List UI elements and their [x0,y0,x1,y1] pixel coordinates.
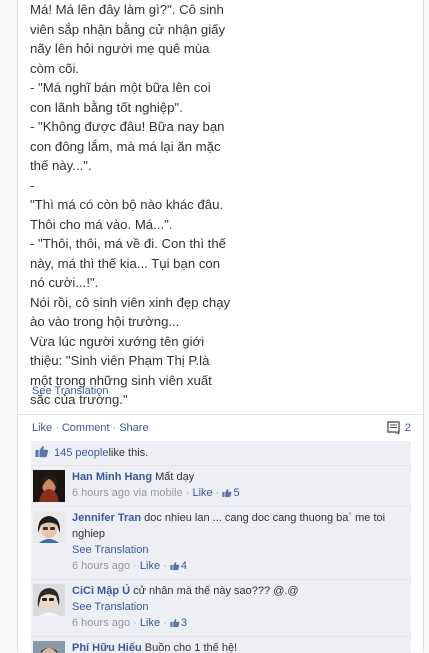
post-line: thế này...". [30,158,92,173]
post-text: Má! Má lên đây làm gì?". Cô sinh viên sắ… [30,0,410,410]
likes-suffix: like this. [108,447,149,459]
like-count: 3 [180,617,187,629]
post-line: "Thì má có còn bộ nào khác đâu. [30,197,224,212]
comment-like-link[interactable]: Like [140,617,160,629]
post-line: - "Má nghĩ bán một bữa lên coi [30,80,211,95]
comment-see-translation-link[interactable]: See Translation [72,599,407,615]
comment-meta: 6 hours ago · Like · 4 [72,558,407,576]
comment-item: Jennifer Tran doc nhieu lan ... cang doc… [31,506,411,579]
post-line: Nói rồi, cô sinh viên xinh đẹp chạy [30,294,231,310]
post-line: - "Thôi, thôi, má về đi. Con thì thế [30,236,226,251]
thumbs-up-icon [35,445,49,461]
avatar[interactable] [33,470,65,502]
avatar[interactable] [33,511,65,543]
like-count: 5 [233,487,240,499]
post-action-bar: Like · Comment · Share [32,422,149,434]
comment-time[interactable]: 6 hours ago via mobile [72,487,183,499]
likers-link[interactable]: 145 people [54,447,108,459]
thumbs-up-icon [222,487,232,503]
comment-author[interactable]: Jennifer Tran [72,512,141,524]
separator-dot: · [112,422,117,434]
comment-meta: 6 hours ago · Like · 3 [72,615,407,633]
comment-author[interactable]: Han Minh Hang [72,471,152,483]
post-line: nãy lên hỏi người mẹ quê mùa [30,41,210,56]
thumbs-up-icon [170,617,180,633]
post-line: Vừa lúc người xướng tên giới [30,333,205,349]
comment-item: Phí Hữu Hiếu Buồn cho 1 thế hệ! [31,636,411,653]
comment-text: Buồn cho 1 thế hệ! [144,642,238,653]
comment-like-count[interactable]: 5 [222,487,240,499]
thumbs-up-icon [170,560,180,576]
post-line: viên sắp nhận bằng cử nhận giấy [30,21,226,37]
comment-author[interactable]: CiCi Mập Ú [72,585,130,597]
comment-like-link[interactable]: Like [140,560,160,572]
comment-body: CiCi Mập Ú cử nhân mà thế này sao??? @.@… [72,583,407,633]
post-line: này, má thì thế kia... Tụi bạn con [30,255,221,271]
like-count: 4 [180,560,187,572]
post-line: Thôi cho má vào. Má...". [30,216,173,232]
feed-frame: Má! Má lên đây làm gì?". Cô sinh viên sắ… [17,0,424,653]
avatar[interactable] [33,641,65,653]
share-link[interactable]: Share [119,422,148,434]
post-line: còm cõi. [30,60,80,76]
post-line: Má! Má lên đây làm gì?". Cô sinh [30,2,224,17]
like-link[interactable]: Like [32,422,52,434]
comment-count: 2 [404,421,411,434]
comment-count-button[interactable]: 2 [387,421,411,434]
comment-author[interactable]: Phí Hữu Hiếu [72,642,142,653]
comment-body: Jennifer Tran doc nhieu lan ... cang doc… [72,510,407,576]
comment-bubble-icon [387,421,401,434]
comment-time[interactable]: 6 hours ago [72,560,130,572]
comment-body: Phí Hữu Hiếu Buồn cho 1 thế hệ! [72,640,407,653]
comment-text: cử nhân mà thế này sao??? @.@ [133,585,299,597]
comment-link[interactable]: Comment [62,422,110,434]
comment-meta: 6 hours ago via mobile · Like · 5 [72,485,407,503]
comment-item: Han Minh Hang Mất dạy 6 hours ago via mo… [31,465,411,506]
likes-summary: 145 people like this. [31,441,411,465]
comment-text: Mất dạy [155,471,195,483]
comment-like-count[interactable]: 4 [170,560,187,572]
avatar[interactable] [33,584,65,616]
post-line: - [30,177,35,193]
post-see-translation-link[interactable]: See Translation [32,385,108,397]
comment-time[interactable]: 6 hours ago [72,617,130,629]
separator-dot: · [55,422,59,434]
comment-like-link[interactable]: Like [192,487,212,499]
comment-like-count[interactable]: 3 [170,617,187,629]
post-line: ào vào trong hội trường... [30,314,180,329]
post-line: con lãnh bằng tốt nghiệp". [30,99,183,115]
divider [18,414,423,415]
post-line: - "Không được đâu! Bữa nay bạn [30,119,225,134]
post-line: con đông lắm, mà má lại ăn mặc [30,138,221,154]
comment-see-translation-link[interactable]: See Translation [72,542,407,558]
post-line: nó cười...!". [30,275,99,290]
comment-body: Han Minh Hang Mất dạy 6 hours ago via mo… [72,469,407,503]
post-line: thiệu: "Sinh viên Phạm Thị P.là [30,353,210,368]
comment-item: CiCi Mập Ú cử nhân mà thế này sao??? @.@… [31,579,411,636]
